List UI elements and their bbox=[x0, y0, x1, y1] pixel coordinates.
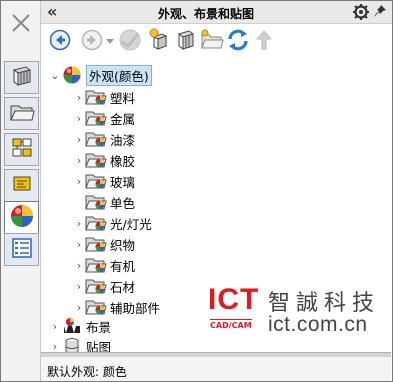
appearance-preview-button[interactable] bbox=[117, 28, 143, 54]
tree-folder-label: 光/灯光 bbox=[110, 216, 152, 232]
property-manager-icon bbox=[9, 101, 35, 126]
tree-folder-item[interactable]: › 橡胶 bbox=[73, 150, 135, 170]
tree-folder-label: 辅助部件 bbox=[110, 300, 161, 316]
tab-property-manager[interactable] bbox=[4, 97, 39, 130]
tree-folder-item[interactable]: › 塑料 bbox=[73, 87, 135, 107]
close-icon[interactable] bbox=[5, 7, 37, 39]
status-bar: 默认外观: 颜色 bbox=[41, 357, 391, 381]
forward-icon bbox=[81, 29, 103, 54]
expand-caret-icon[interactable]: › bbox=[73, 154, 85, 167]
expand-caret-icon[interactable]: › bbox=[73, 175, 85, 188]
expand-caret-icon[interactable]: › bbox=[49, 340, 61, 353]
tree-folder-label: 石材 bbox=[110, 279, 136, 295]
feature-manager-icon bbox=[10, 64, 34, 91]
tree-folder-item[interactable]: › 玻璃 bbox=[73, 171, 135, 191]
tree-root-label: 外观(颜色) bbox=[86, 64, 152, 86]
expand-caret-icon[interactable]: › bbox=[73, 259, 85, 272]
appearance-folder-icon bbox=[85, 298, 107, 316]
appearance-folder-icon bbox=[85, 172, 107, 190]
tree-folder-label: 油漆 bbox=[110, 132, 136, 148]
appearance-folder-icon bbox=[85, 214, 107, 232]
default-appearance-status: 默认外观: 颜色 bbox=[47, 365, 127, 379]
tree-folder-item[interactable]: › 有机 bbox=[73, 255, 135, 275]
add-appearance-icon bbox=[148, 28, 172, 55]
forward-button[interactable] bbox=[79, 28, 105, 54]
display-manager-icon bbox=[10, 236, 34, 263]
add-folder-button[interactable] bbox=[199, 28, 225, 54]
expand-caret-icon[interactable]: › bbox=[73, 112, 85, 125]
move-up-icon bbox=[254, 29, 274, 54]
tab-feature-manager[interactable] bbox=[4, 61, 39, 94]
back-icon bbox=[49, 29, 71, 54]
appearance-folder-icon bbox=[85, 235, 107, 253]
tree-folder-label: 单色 bbox=[110, 195, 136, 211]
expand-caret-icon[interactable]: › bbox=[73, 91, 85, 104]
reload-icon bbox=[226, 28, 250, 55]
expand-caret-icon[interactable]: › bbox=[73, 301, 85, 314]
add-library-icon bbox=[174, 28, 198, 55]
chevron-down-icon bbox=[106, 34, 114, 48]
tree-folder-item[interactable]: › 金属 bbox=[73, 108, 135, 128]
tree-folder-label: 塑料 bbox=[110, 90, 136, 106]
appearance-folder-icon bbox=[85, 109, 107, 127]
expand-caret-icon[interactable]: › bbox=[73, 133, 85, 146]
manager-tab-strip bbox=[1, 1, 41, 381]
dim-xpert-icon bbox=[10, 172, 34, 199]
tab-appearances[interactable] bbox=[4, 201, 39, 234]
tree-folder-label: 玻璃 bbox=[110, 174, 136, 190]
move-up-button[interactable] bbox=[251, 28, 277, 54]
tree-folder-item[interactable]: › 光/灯光 bbox=[73, 213, 152, 233]
tree-folder-item[interactable]: › 油漆 bbox=[73, 129, 135, 149]
expand-caret-icon[interactable]: › bbox=[73, 238, 85, 251]
add-appearance-button[interactable] bbox=[147, 28, 173, 54]
appearance-folder-icon bbox=[85, 88, 107, 106]
back-button[interactable] bbox=[47, 28, 73, 54]
add-library-button[interactable] bbox=[173, 28, 199, 54]
appearance-folder-icon bbox=[85, 193, 107, 211]
tree-item-scenes[interactable]: › 布景 bbox=[49, 316, 111, 336]
expand-caret-icon[interactable]: › bbox=[49, 320, 61, 333]
appearance-folder-icon bbox=[85, 277, 107, 295]
tree-folder-label: 有机 bbox=[110, 258, 136, 274]
configuration-manager-icon bbox=[10, 136, 34, 163]
tree-folder-item[interactable]: › 辅助部件 bbox=[73, 297, 160, 317]
tree-folder-item[interactable]: › 石材 bbox=[73, 276, 135, 296]
add-folder-icon bbox=[200, 29, 224, 54]
tree-folder-item[interactable]: 单色 bbox=[73, 192, 135, 212]
tree-folder-label: 金属 bbox=[110, 111, 136, 127]
appearances-color-ball-icon bbox=[61, 66, 83, 84]
appearance-folder-icon bbox=[85, 151, 107, 169]
tree-folder-label: 橡胶 bbox=[110, 153, 136, 169]
panel-title: 外观、布景和贴图 bbox=[157, 7, 254, 21]
appearance-ball-disabled-icon bbox=[118, 28, 142, 55]
panel-header: « 外观、布景和贴图 bbox=[41, 1, 392, 24]
collapse-caret-icon[interactable]: ⌄ bbox=[49, 69, 61, 82]
expand-caret-icon[interactable]: › bbox=[73, 217, 85, 230]
tab-dim-xpert[interactable] bbox=[4, 169, 39, 202]
appearance-folder-icon bbox=[85, 256, 107, 274]
tree-item-label: 布景 bbox=[86, 319, 112, 335]
expand-caret-icon[interactable]: › bbox=[73, 280, 85, 293]
tree-folder-label: 织物 bbox=[110, 237, 136, 253]
scene-icon bbox=[61, 317, 83, 335]
forward-dropdown[interactable] bbox=[103, 28, 117, 54]
tab-display-manager[interactable] bbox=[4, 233, 39, 266]
appearance-toolbar bbox=[47, 28, 387, 56]
tree-folder-item[interactable]: › 织物 bbox=[73, 234, 135, 254]
gear-icon[interactable] bbox=[352, 3, 370, 24]
tree-root-appearances[interactable]: ⌄ 外观(颜色) bbox=[49, 64, 152, 86]
reload-button[interactable] bbox=[225, 28, 251, 54]
tab-configuration-manager[interactable] bbox=[4, 133, 39, 166]
appearances-icon bbox=[9, 203, 35, 232]
appearance-folder-icon bbox=[85, 130, 107, 148]
pin-icon[interactable] bbox=[373, 4, 387, 21]
